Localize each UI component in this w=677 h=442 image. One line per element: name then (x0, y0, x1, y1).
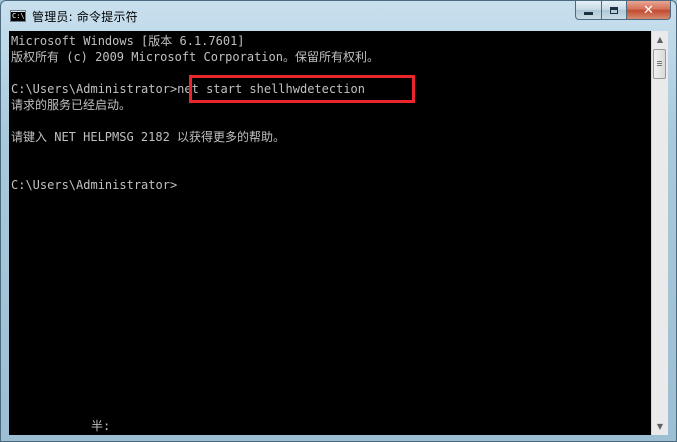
scroll-up-button[interactable]: ▲ (652, 31, 668, 48)
cmd-icon[interactable]: C:\ (10, 10, 26, 22)
vertical-scrollbar[interactable]: ▲ ▼ (651, 31, 668, 435)
console-line: Microsoft Windows [版本 6.1.7601] (11, 34, 245, 48)
chevron-up-icon: ▲ (656, 35, 664, 44)
close-icon: ✕ (643, 2, 654, 18)
console-window: C:\ 管理员: 命令提示符 ✕ Microsoft Windows [版本 6… (0, 0, 677, 442)
minimize-icon (584, 12, 593, 15)
scroll-down-button[interactable]: ▼ (652, 418, 668, 435)
console-line: 请求的服务已经启动。 (11, 98, 132, 112)
thumb-grip (657, 63, 662, 64)
scroll-thumb[interactable] (653, 49, 666, 79)
window-title: 管理员: 命令提示符 (32, 10, 138, 24)
window-bottom-frame (1, 435, 676, 442)
chevron-down-icon: ▼ (656, 422, 664, 431)
maximize-icon (610, 6, 618, 14)
console-prompt: C:\Users\Administrator> (11, 178, 178, 192)
console-line: 请键入 NET HELPMSG 2182 以获得更多的帮助。 (11, 130, 286, 144)
command-highlight-box (189, 75, 415, 103)
maximize-button[interactable] (602, 1, 627, 20)
thumb-grip (657, 61, 662, 62)
cmd-icon-glyph: C:\ (12, 12, 25, 20)
title-bar[interactable]: C:\ 管理员: 命令提示符 ✕ (1, 1, 676, 31)
thumb-grip (657, 65, 662, 66)
ime-status: 半: (91, 419, 111, 433)
console-output[interactable]: Microsoft Windows [版本 6.1.7601] 版权所有 (c)… (9, 31, 651, 435)
caption-buttons: ✕ (575, 1, 671, 21)
console-line: 版权所有 (c) 2009 Microsoft Corporation。保留所有… (11, 50, 379, 64)
minimize-button[interactable] (575, 1, 602, 20)
close-button[interactable]: ✕ (627, 1, 671, 20)
